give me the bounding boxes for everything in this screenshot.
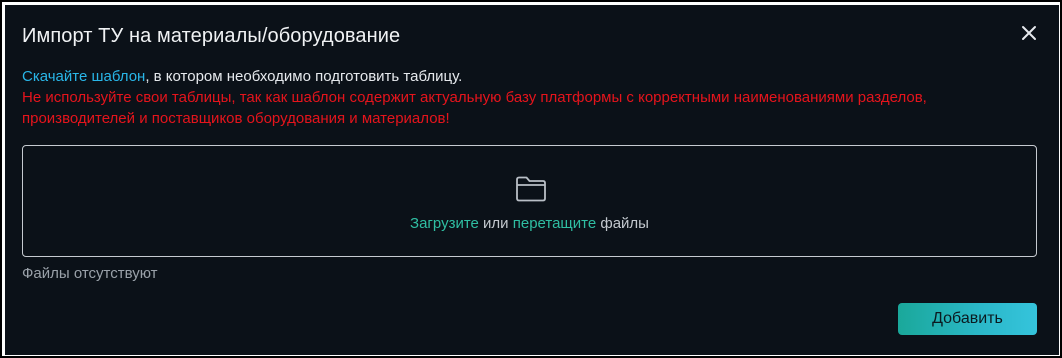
- import-dialog: Импорт ТУ на материалы/оборудование Скач…: [5, 5, 1059, 355]
- add-button[interactable]: Добавить: [898, 303, 1037, 335]
- dialog-title: Импорт ТУ на материалы/оборудование: [22, 25, 401, 47]
- close-button[interactable]: [1018, 22, 1040, 44]
- dropzone-files-text: файлы: [596, 215, 649, 232]
- warning-text: Не используйте свои таблицы, так как шаб…: [22, 89, 927, 127]
- folder-icon: [516, 176, 546, 202]
- drag-link[interactable]: перетащите: [513, 215, 596, 232]
- download-instruction-text: , в котором необходимо подготовить табли…: [145, 68, 463, 85]
- files-status: Файлы отсутствуют: [22, 265, 158, 282]
- info-block: Скачайте шаблон, в котором необходимо по…: [22, 66, 1032, 129]
- close-icon: [1022, 26, 1036, 40]
- file-dropzone[interactable]: Загрузите или перетащите файлы: [22, 145, 1037, 257]
- upload-link[interactable]: Загрузите: [410, 215, 479, 232]
- download-template-link[interactable]: Скачайте шаблон: [22, 68, 145, 85]
- window-frame: Импорт ТУ на материалы/оборудование Скач…: [0, 0, 1062, 358]
- dropzone-or-text: или: [478, 215, 513, 232]
- dropzone-text: Загрузите или перетащите файлы: [23, 214, 1036, 234]
